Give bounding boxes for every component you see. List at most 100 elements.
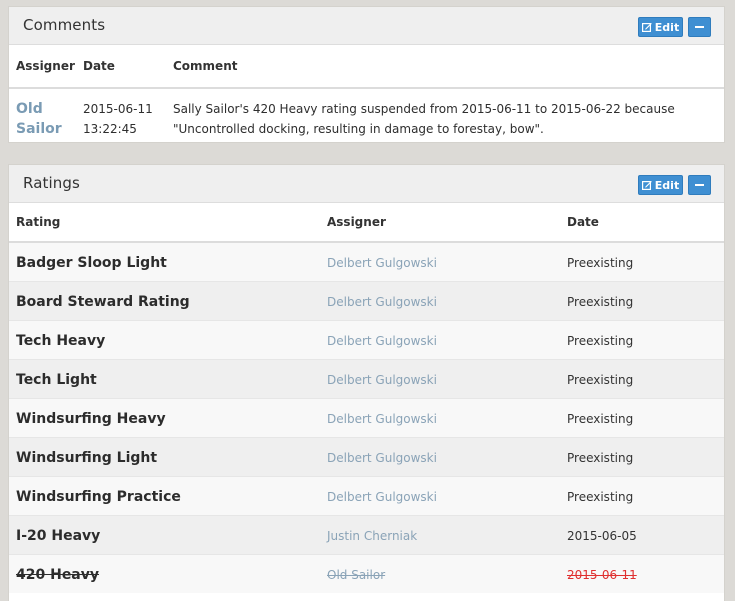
comment-text-line2: "Uncontrolled docking, resulting in dama…: [173, 122, 544, 136]
rating-date-text: Preexisting: [567, 295, 634, 309]
rating-date-text: Preexisting: [567, 451, 634, 465]
ratings-edit-button[interactable]: Edit: [638, 175, 683, 195]
rating-date: Preexisting: [560, 241, 724, 281]
rating-date-text: Preexisting: [567, 490, 634, 504]
rating-assigner: Delbert Gulgowski: [320, 397, 560, 437]
rating-name: Windsurfing Heavy: [9, 397, 320, 437]
edit-icon: [641, 23, 652, 32]
rating-assigner: Justin Cherniak: [320, 514, 560, 554]
rating-row: Badger Sloop Light Delbert Gulgowski Pre…: [9, 241, 724, 281]
rating-assigner-link[interactable]: Old Sailor: [327, 568, 385, 582]
rating-assigner-link[interactable]: Delbert Gulgowski: [327, 412, 437, 426]
comments-panel-title: Comments: [23, 16, 106, 34]
rating-date: Preexisting: [560, 436, 724, 476]
rating-date-text: Preexisting: [567, 334, 634, 348]
rating-name: Badger Sloop Light: [9, 241, 320, 281]
rating-date: Preexisting: [560, 475, 724, 515]
column-header-date[interactable]: Date: [76, 45, 166, 89]
rating-name: I-20 Heavy: [9, 514, 320, 554]
rating-assigner: Old Sailor: [320, 553, 560, 593]
rating-assigner: Delbert Gulgowski: [320, 319, 560, 359]
rating-date: 2015-06-11: [560, 553, 724, 593]
rating-row: Tech Light Delbert Gulgowski Preexisting: [9, 358, 724, 398]
ratings-table-header-row: Rating Assigner Date: [9, 203, 724, 243]
rating-assigner: Delbert Gulgowski: [320, 241, 560, 281]
rating-row-revoked: 420 Heavy Old Sailor 2015-06-11: [9, 553, 724, 593]
rating-date-text: Preexisting: [567, 412, 634, 426]
rating-assigner-link[interactable]: Delbert Gulgowski: [327, 256, 437, 270]
rating-assigner: Delbert Gulgowski: [320, 358, 560, 398]
rating-assigner-link[interactable]: Delbert Gulgowski: [327, 373, 437, 387]
rating-name-text: Windsurfing Light: [16, 450, 158, 466]
rating-date: Preexisting: [560, 358, 724, 398]
rating-name-text: Tech Light: [16, 372, 97, 388]
rating-date: Preexisting: [560, 319, 724, 359]
comments-panel: Comments Edit Assigner Date Comment Old …: [8, 6, 725, 143]
comment-date: 2015-06-11: [83, 102, 153, 116]
rating-name: 420 Heavy: [9, 553, 320, 593]
ratings-panel-header: Ratings Edit: [9, 165, 724, 203]
comment-text-line1: Sally Sailor's 420 Heavy rating suspende…: [173, 102, 675, 116]
column-header-assigner[interactable]: Assigner: [320, 203, 560, 243]
rating-name: Windsurfing Light: [9, 436, 320, 476]
rating-assigner-link[interactable]: Delbert Gulgowski: [327, 295, 437, 309]
column-header-rating[interactable]: Rating: [9, 203, 320, 243]
rating-assigner-link[interactable]: Delbert Gulgowski: [327, 451, 437, 465]
rating-name-text: Windsurfing Heavy: [16, 411, 166, 427]
rating-assigner: Delbert Gulgowski: [320, 436, 560, 476]
ratings-edit-label: Edit: [654, 178, 680, 192]
comments-collapse-button[interactable]: [688, 17, 711, 37]
ratings-collapse-button[interactable]: [688, 175, 711, 195]
comment-row: Old Sailor 2015-06-11 13:22:45 Sally Sai…: [9, 88, 724, 144]
rating-row: Windsurfing Practice Delbert Gulgowski P…: [9, 475, 724, 515]
comments-edit-button[interactable]: Edit: [638, 17, 683, 37]
minus-icon: [695, 184, 704, 186]
rating-name-text: Board Steward Rating: [16, 294, 190, 310]
rating-name: Windsurfing Practice: [9, 475, 320, 515]
rating-row: Tech Heavy Delbert Gulgowski Preexisting: [9, 319, 724, 359]
rating-assigner-link[interactable]: Delbert Gulgowski: [327, 490, 437, 504]
comment-assigner-cell: Old Sailor: [9, 88, 76, 144]
column-header-assigner[interactable]: Assigner: [9, 45, 76, 89]
rating-date-text: 2015-06-05: [567, 529, 637, 543]
comment-text-cell: Sally Sailor's 420 Heavy rating suspende…: [166, 88, 724, 144]
rating-name-text: I-20 Heavy: [16, 528, 101, 544]
rating-row: I-20 Heavy Justin Cherniak 2015-06-05: [9, 514, 724, 554]
comments-table: Assigner Date Comment Old Sailor 2015-06…: [9, 45, 724, 144]
rating-date: 2015-06-05: [560, 514, 724, 554]
rating-name: Board Steward Rating: [9, 280, 320, 320]
comment-assigner-link[interactable]: Old Sailor: [16, 99, 75, 139]
comment-assigner-line1: Old: [16, 101, 43, 117]
ratings-panel-title: Ratings: [23, 174, 80, 192]
rating-assigner-link[interactable]: Delbert Gulgowski: [327, 334, 437, 348]
column-header-comment[interactable]: Comment: [166, 45, 724, 89]
rating-name: Tech Light: [9, 358, 320, 398]
ratings-table: Rating Assigner Date Badger Sloop Light …: [9, 203, 724, 593]
rating-name-text: Windsurfing Practice: [16, 489, 181, 505]
rating-assigner: Delbert Gulgowski: [320, 475, 560, 515]
ratings-panel: Ratings Edit Rating Assigner Date Badger…: [8, 164, 725, 601]
rating-date-text: Preexisting: [567, 256, 634, 271]
rating-name-text: Tech Heavy: [16, 333, 106, 349]
rating-name-text: 420 Heavy: [16, 567, 100, 584]
rating-date: Preexisting: [560, 280, 724, 320]
rating-name: Tech Heavy: [9, 319, 320, 359]
comments-panel-header: Comments Edit: [9, 7, 724, 45]
comment-date-cell: 2015-06-11 13:22:45: [76, 88, 166, 144]
rating-date-text: Preexisting: [567, 373, 634, 387]
edit-icon: [641, 181, 652, 190]
rating-assigner-link[interactable]: Justin Cherniak: [327, 529, 417, 543]
rating-assigner: Delbert Gulgowski: [320, 280, 560, 320]
rating-row: Windsurfing Light Delbert Gulgowski Pree…: [9, 436, 724, 476]
column-header-date[interactable]: Date: [560, 203, 724, 243]
rating-name-text: Badger Sloop Light: [16, 255, 167, 272]
rating-date: Preexisting: [560, 397, 724, 437]
rating-row: Board Steward Rating Delbert Gulgowski P…: [9, 280, 724, 320]
comments-table-header-row: Assigner Date Comment: [9, 45, 724, 89]
rating-row: Windsurfing Heavy Delbert Gulgowski Pree…: [9, 397, 724, 437]
comment-assigner-line2: Sailor: [16, 121, 62, 137]
rating-date-text: 2015-06-11: [567, 568, 637, 583]
minus-icon: [695, 26, 704, 28]
comment-time: 13:22:45: [83, 122, 137, 136]
comments-edit-label: Edit: [654, 20, 680, 34]
